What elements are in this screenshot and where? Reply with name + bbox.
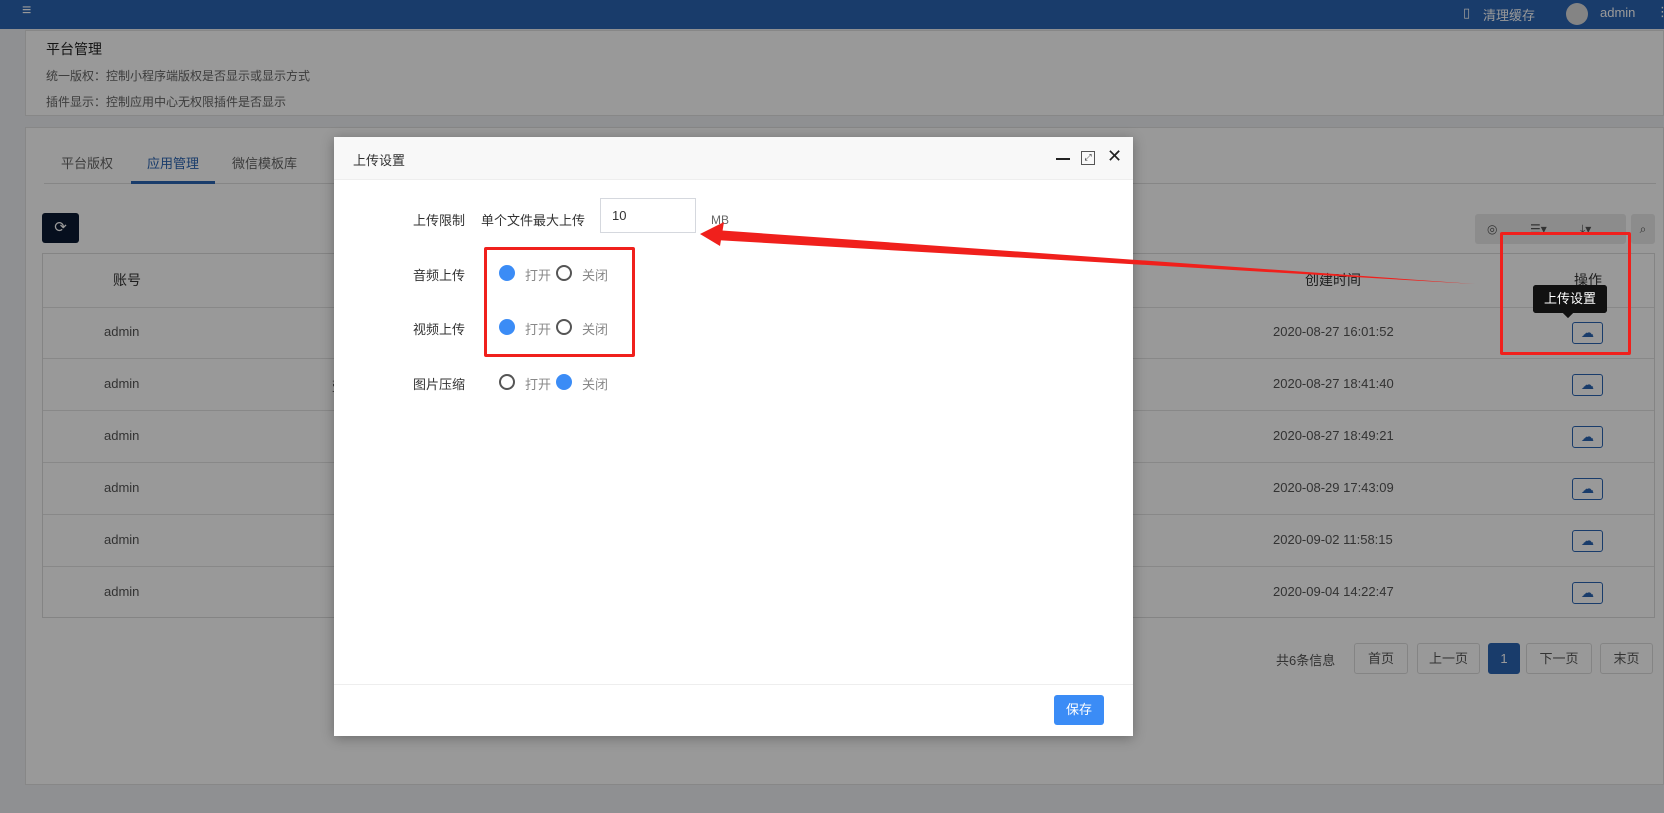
arrow-shaft: [715, 230, 1475, 284]
annotation-arrow: [700, 222, 1475, 284]
arrow-head: [700, 222, 724, 246]
